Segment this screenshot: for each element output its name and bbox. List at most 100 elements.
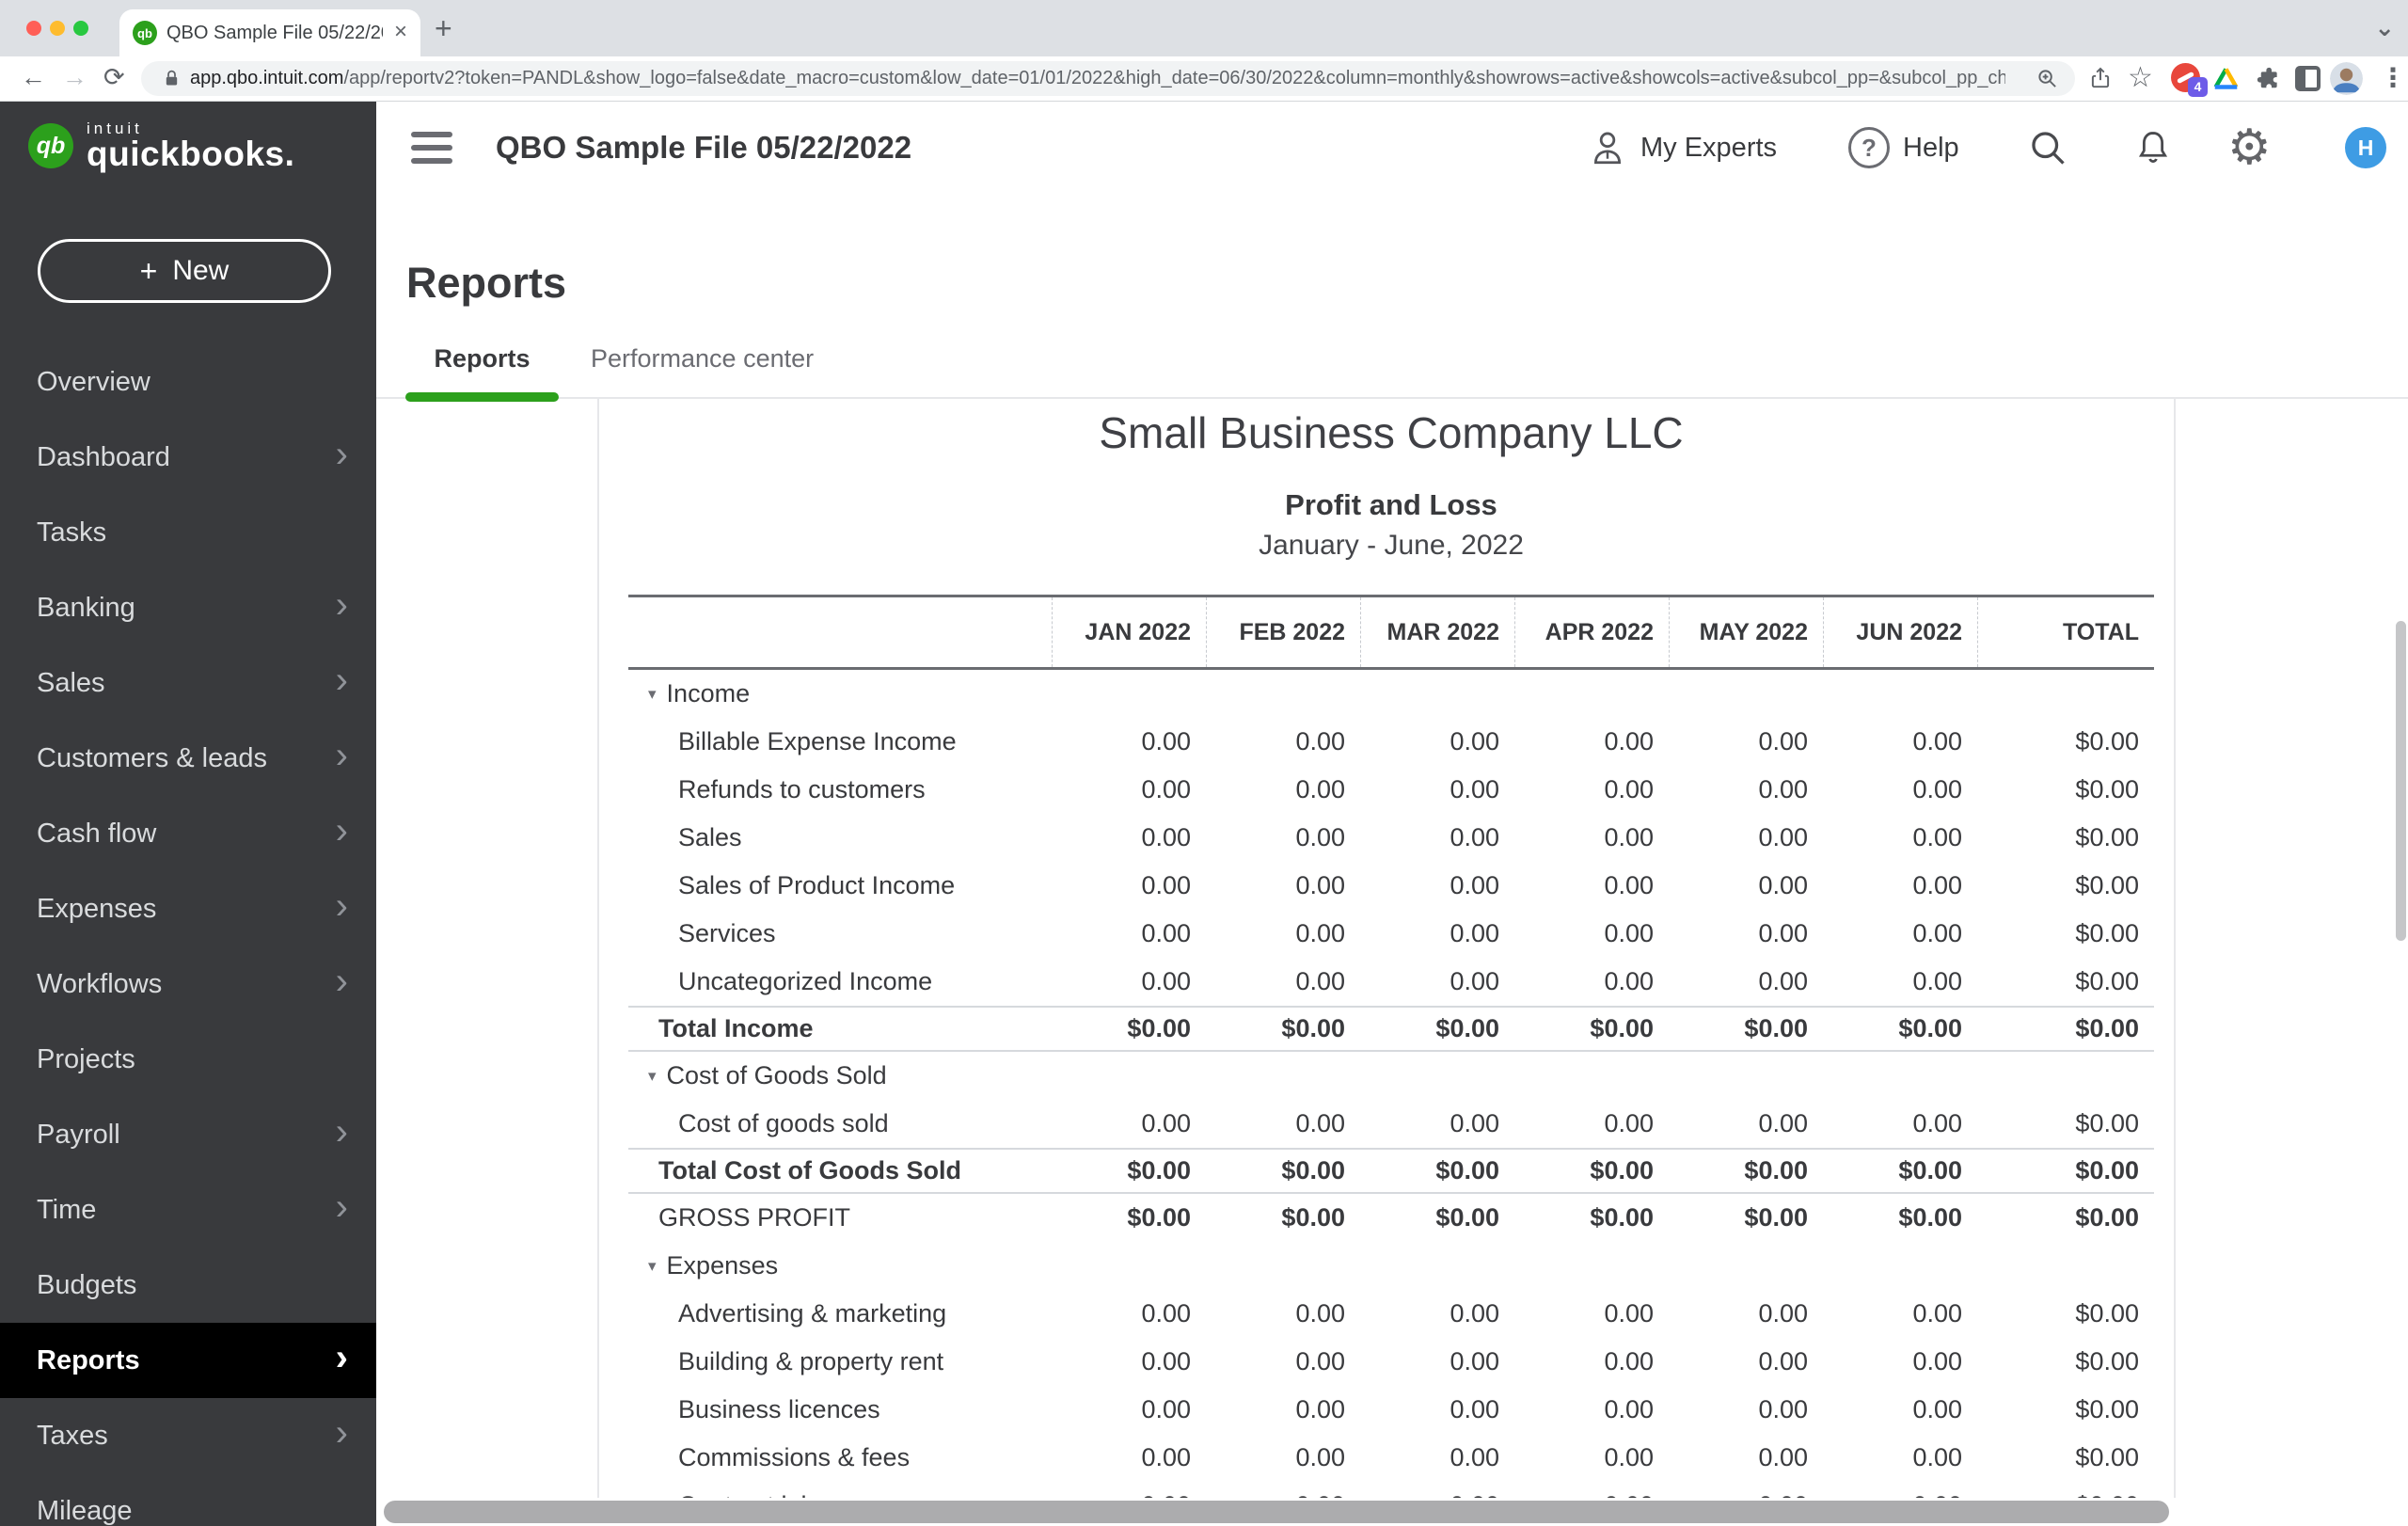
new-button[interactable]: + New bbox=[38, 239, 331, 303]
row-label: ▾Expenses bbox=[628, 1251, 1052, 1280]
my-experts-button[interactable]: My Experts bbox=[1588, 102, 1777, 194]
sidebar-item-dashboard[interactable]: Dashboard › bbox=[0, 420, 376, 495]
zoom-page-icon[interactable] bbox=[2036, 68, 2058, 89]
profit-loss-table: JAN 2022FEB 2022MAR 2022APR 2022MAY 2022… bbox=[628, 595, 2154, 1526]
bookmark-star-icon[interactable]: ☆ bbox=[2128, 56, 2153, 101]
forward-icon[interactable]: → bbox=[62, 56, 87, 101]
cell-value: 0.00 bbox=[1823, 919, 1977, 948]
sidebar-item-customers-leads[interactable]: Customers & leads › bbox=[0, 721, 376, 796]
sidebar-item-projects[interactable]: Projects bbox=[0, 1022, 376, 1097]
browser-profile-avatar[interactable] bbox=[2330, 62, 2363, 95]
row-label-text: Total Cost of Goods Sold bbox=[658, 1156, 961, 1185]
cell-value: $0.00 bbox=[1977, 1109, 2154, 1138]
sidebar-item-mileage[interactable]: Mileage bbox=[0, 1473, 376, 1526]
row-label-text: Sales bbox=[678, 823, 742, 852]
sidebar-item-expenses[interactable]: Expenses › bbox=[0, 871, 376, 946]
table-row: Advertising & marketing0.000.000.000.000… bbox=[628, 1290, 2154, 1338]
cell-value: $0.00 bbox=[1977, 967, 2154, 996]
reload-icon[interactable]: ⟳ bbox=[103, 56, 125, 101]
cell-value: 0.00 bbox=[1823, 727, 1977, 756]
search-button[interactable] bbox=[2027, 102, 2068, 194]
table-row: GROSS PROFIT$0.00$0.00$0.00$0.00$0.00$0.… bbox=[628, 1194, 2154, 1242]
tab-search-chevron-icon[interactable]: ⌄ bbox=[2374, 13, 2395, 42]
settings-button[interactable]: ⚙ bbox=[2227, 102, 2272, 194]
help-button[interactable]: ? Help bbox=[1848, 102, 1959, 194]
row-label: Sales of Product Income bbox=[628, 871, 1052, 900]
url-path: /app/reportv2?token=PANDL&show_logo=fals… bbox=[343, 68, 2005, 88]
section-row: ▾Income bbox=[628, 670, 2154, 718]
cell-value: 0.00 bbox=[1360, 967, 1514, 996]
cell-value: 0.00 bbox=[1823, 1347, 1977, 1376]
gear-icon: ⚙ bbox=[2227, 119, 2272, 176]
cell-value: $0.00 bbox=[1052, 1156, 1206, 1185]
sidebar-item-cash-flow[interactable]: Cash flow › bbox=[0, 796, 376, 871]
row-label-text: Billable Expense Income bbox=[678, 727, 957, 756]
tab-close-icon[interactable]: × bbox=[394, 9, 407, 56]
cell-value: 0.00 bbox=[1052, 919, 1206, 948]
row-label: Uncategorized Income bbox=[628, 967, 1052, 996]
column-header: TOTAL bbox=[1977, 597, 2154, 667]
hamburger-menu-icon[interactable] bbox=[411, 132, 452, 164]
cell-value: 0.00 bbox=[1360, 1299, 1514, 1328]
sidebar-item-tasks[interactable]: Tasks bbox=[0, 495, 376, 570]
collapse-triangle-icon[interactable]: ▾ bbox=[648, 1067, 657, 1086]
browser-tab-strip: qb QBO Sample File 05/22/2022 - × + ⌄ bbox=[0, 0, 2408, 56]
sidebar-item-payroll[interactable]: Payroll › bbox=[0, 1097, 376, 1172]
horizontal-scrollbar-thumb[interactable] bbox=[384, 1501, 2169, 1523]
collapse-triangle-icon[interactable]: ▾ bbox=[648, 685, 657, 704]
extensions-puzzle-icon[interactable] bbox=[2255, 65, 2280, 90]
window-zoom-button[interactable] bbox=[73, 21, 88, 36]
account-avatar[interactable]: H bbox=[2345, 102, 2386, 194]
url-text[interactable]: app.qbo.intuit.com/app/reportv2?token=PA… bbox=[190, 61, 2005, 96]
column-header: MAR 2022 bbox=[1360, 597, 1514, 667]
sidebar-item-overview[interactable]: Overview bbox=[0, 344, 376, 420]
collapse-triangle-icon[interactable]: ▾ bbox=[648, 1257, 657, 1276]
cell-value: $0.00 bbox=[1823, 1156, 1977, 1185]
my-experts-label: My Experts bbox=[1640, 133, 1777, 164]
cell-value: 0.00 bbox=[1823, 775, 1977, 804]
back-icon[interactable]: ← bbox=[21, 56, 46, 101]
new-tab-button[interactable]: + bbox=[435, 11, 452, 46]
tab-performance-center[interactable]: Performance center bbox=[591, 344, 814, 374]
row-label: Commissions & fees bbox=[628, 1443, 1052, 1472]
tab-reports[interactable]: Reports bbox=[405, 344, 559, 374]
window-minimize-button[interactable] bbox=[50, 21, 65, 36]
cell-value: $0.00 bbox=[1977, 1156, 2154, 1185]
help-icon: ? bbox=[1848, 127, 1890, 168]
cell-value: 0.00 bbox=[1514, 967, 1669, 996]
url-host: app.qbo.intuit.com bbox=[190, 68, 343, 88]
sidebar-item-time[interactable]: Time › bbox=[0, 1172, 376, 1248]
sidebar-item-taxes[interactable]: Taxes › bbox=[0, 1398, 376, 1473]
cell-value: 0.00 bbox=[1514, 1299, 1669, 1328]
chevron-right-icon: › bbox=[336, 962, 348, 1000]
column-header: MAY 2022 bbox=[1669, 597, 1823, 667]
horizontal-scrollbar[interactable] bbox=[376, 1498, 2408, 1526]
notifications-button[interactable] bbox=[2133, 102, 2173, 194]
cell-value: $0.00 bbox=[1669, 1203, 1823, 1232]
company-file-title: QBO Sample File 05/22/2022 bbox=[496, 102, 911, 194]
address-bar[interactable]: app.qbo.intuit.com/app/reportv2?token=PA… bbox=[141, 61, 2075, 96]
browser-toolbar: ← → ⟳ app.qbo.intuit.com/app/reportv2?to… bbox=[0, 56, 2408, 102]
cell-value: 0.00 bbox=[1360, 727, 1514, 756]
sidebar-item-reports[interactable]: Reports › bbox=[0, 1323, 376, 1398]
sidebar-item-sales[interactable]: Sales › bbox=[0, 645, 376, 721]
column-header: JAN 2022 bbox=[1052, 597, 1206, 667]
section-row: ▾Cost of Goods Sold bbox=[628, 1052, 2154, 1100]
row-label: GROSS PROFIT bbox=[628, 1203, 1052, 1232]
cell-value: $0.00 bbox=[1977, 871, 2154, 900]
side-panel-icon[interactable] bbox=[2295, 66, 2321, 91]
google-drive-extension-icon[interactable] bbox=[2212, 65, 2240, 90]
chevron-right-icon: › bbox=[336, 1113, 348, 1151]
sidebar-item-workflows[interactable]: Workflows › bbox=[0, 946, 376, 1022]
cell-value: $0.00 bbox=[1514, 1203, 1669, 1232]
sidebar-item-banking[interactable]: Banking › bbox=[0, 570, 376, 645]
window-close-button[interactable] bbox=[26, 21, 41, 36]
share-icon[interactable] bbox=[2088, 65, 2113, 91]
cell-value: 0.00 bbox=[1360, 823, 1514, 852]
sidebar-item-budgets[interactable]: Budgets bbox=[0, 1248, 376, 1323]
vertical-scrollbar-thumb[interactable] bbox=[2396, 621, 2406, 941]
chevron-right-icon: › bbox=[336, 737, 348, 774]
browser-menu-kebab-icon[interactable]: ⋮ bbox=[2380, 56, 2406, 101]
new-button-label: New bbox=[172, 255, 229, 287]
browser-tab[interactable]: qb QBO Sample File 05/22/2022 - × bbox=[119, 9, 420, 56]
